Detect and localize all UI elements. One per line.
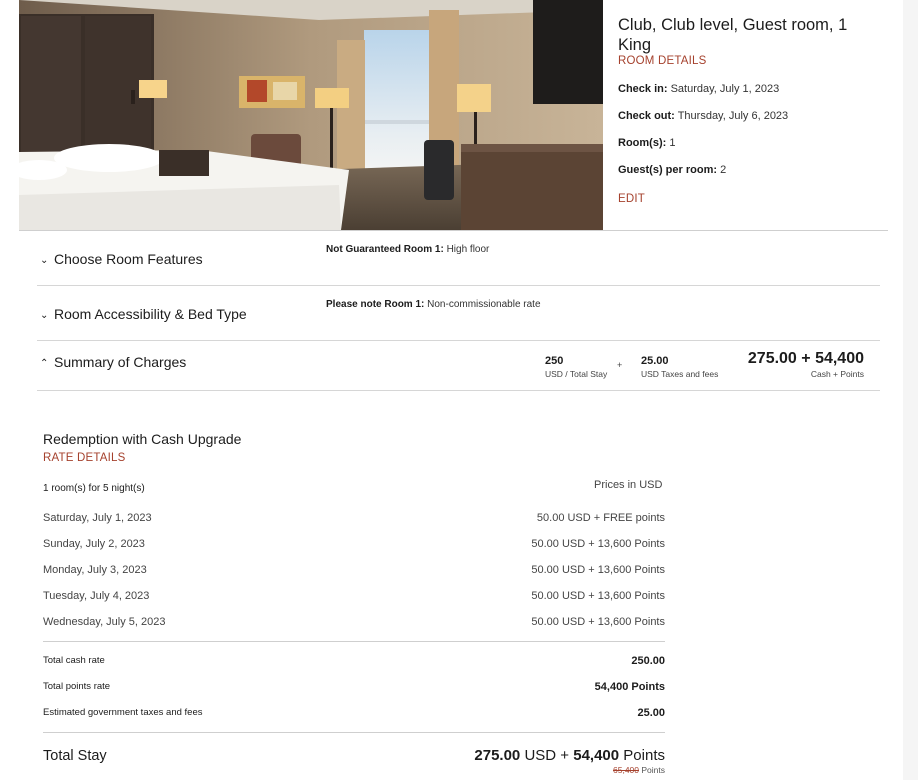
- guests-line: Guest(s) per room: 2: [618, 164, 726, 176]
- night-price: 50.00 USD + 13,600 Points: [531, 564, 665, 576]
- rooms-line: Room(s): 1: [618, 137, 675, 149]
- check-in-line: Check in: Saturday, July 1, 2023: [618, 83, 779, 95]
- totals-divider: [43, 641, 665, 642]
- room-photo: [19, 0, 603, 230]
- night-date: Tuesday, July 4, 2023: [43, 590, 150, 602]
- page-right-edge: [903, 0, 918, 780]
- chevron-up-icon: ⌃: [40, 357, 49, 369]
- original-points-label: Points: [641, 765, 665, 775]
- summary-title[interactable]: ⌃ Summary of Charges: [40, 354, 186, 370]
- night-price: 50.00 USD + 13,600 Points: [531, 538, 665, 550]
- total-stay-cash: 275.00: [474, 747, 521, 764]
- total-stay-label: Total Stay: [43, 748, 107, 764]
- original-points-value: 65,400: [613, 765, 639, 775]
- night-date: Saturday, July 1, 2023: [43, 512, 152, 524]
- total-stay-points: 54,400: [573, 747, 620, 764]
- check-out-value: Thursday, July 6, 2023: [677, 110, 789, 122]
- total-points-value: 54,400 Points: [594, 681, 665, 693]
- taxes-label: USD Taxes and fees: [641, 369, 719, 379]
- rate-details-link[interactable]: RATE DETAILS: [43, 452, 126, 464]
- room-features-label: Choose Room Features: [54, 251, 203, 267]
- original-points: 65,400 Points: [613, 765, 665, 775]
- total-points-label: Total points rate: [43, 681, 111, 692]
- night-price: 50.00 USD + FREE points: [536, 512, 665, 524]
- taxes-amount: 25.00: [641, 355, 669, 367]
- room-features-note-value: High floor: [446, 244, 490, 255]
- check-in-value: Saturday, July 1, 2023: [670, 83, 780, 95]
- check-in-label: Check in:: [618, 83, 668, 95]
- night-price: 50.00 USD + 13,600 Points: [531, 590, 665, 602]
- edit-link[interactable]: EDIT: [618, 193, 645, 205]
- total-cash-label: Total cash rate: [43, 655, 105, 666]
- guests-value: 2: [720, 164, 727, 176]
- night-date: Monday, July 3, 2023: [43, 564, 147, 576]
- total-stay-value: 275.00 USD + 54,400 Points: [474, 747, 665, 764]
- taxes-fees-label: Estimated government taxes and fees: [43, 707, 203, 718]
- room-details-link[interactable]: ROOM DETAILS: [618, 55, 706, 67]
- taxes-fees-value: 25.00: [637, 707, 665, 719]
- chevron-down-icon: ⌄: [40, 309, 49, 321]
- guests-label: Guest(s) per room:: [618, 164, 718, 176]
- room-features-title[interactable]: ⌄ Choose Room Features: [40, 251, 203, 267]
- night-date: Sunday, July 2, 2023: [43, 538, 145, 550]
- accessibility-note-value: Non-commissionable rate: [427, 299, 541, 310]
- stay-amount-label: USD / Total Stay: [545, 369, 608, 379]
- accessibility-title[interactable]: ⌄ Room Accessibility & Bed Type: [40, 306, 247, 322]
- accordion-room-features[interactable]: Not Guaranteed Room 1: High floor ⌄ Choos…: [37, 231, 880, 286]
- accordion-summary-of-charges[interactable]: ⌃ Summary of Charges 250 USD / Total Stay…: [37, 341, 880, 391]
- total-stay-usd: USD +: [524, 747, 570, 764]
- accessibility-note: Please note Room 1: Non-commissionable r…: [326, 299, 541, 310]
- room-features-note: Not Guaranteed Room 1: High floor: [326, 244, 489, 255]
- chevron-down-icon: ⌄: [40, 254, 49, 266]
- stay-amount: 250: [545, 355, 564, 367]
- prices-in-label: Prices in USD: [594, 479, 663, 491]
- summary-total: 275.00 + 54,400: [747, 350, 864, 367]
- rooms-value: 1: [669, 137, 676, 149]
- rooms-label: Room(s):: [618, 137, 667, 149]
- total-stay-divider: [43, 732, 665, 733]
- room-features-note-label: Not Guaranteed Room 1:: [326, 244, 444, 255]
- rate-title: Redemption with Cash Upgrade: [43, 431, 242, 447]
- summary-total-label: Cash + Points: [810, 369, 864, 379]
- room-details-panel: Club, Club level, Guest room, 1 King ROO…: [603, 0, 888, 230]
- accessibility-note-label: Please note Room 1:: [326, 299, 425, 310]
- night-date: Wednesday, July 5, 2023: [43, 616, 166, 628]
- check-out-line: Check out: Thursday, July 6, 2023: [618, 110, 788, 122]
- check-out-label: Check out:: [618, 110, 675, 122]
- night-price: 50.00 USD + 13,600 Points: [531, 616, 665, 628]
- room-title: Club, Club level, Guest room, 1 King: [618, 16, 848, 54]
- total-stay-points-label: Points: [623, 747, 665, 764]
- plus-sign: +: [617, 360, 623, 370]
- accessibility-label: Room Accessibility & Bed Type: [54, 306, 247, 322]
- summary-label: Summary of Charges: [54, 354, 187, 370]
- total-cash-value: 250.00: [631, 655, 665, 667]
- accordion-accessibility-bed[interactable]: Please note Room 1: Non-commissionable r…: [37, 286, 880, 341]
- rooms-nights-label: 1 room(s) for 5 night(s): [43, 483, 145, 494]
